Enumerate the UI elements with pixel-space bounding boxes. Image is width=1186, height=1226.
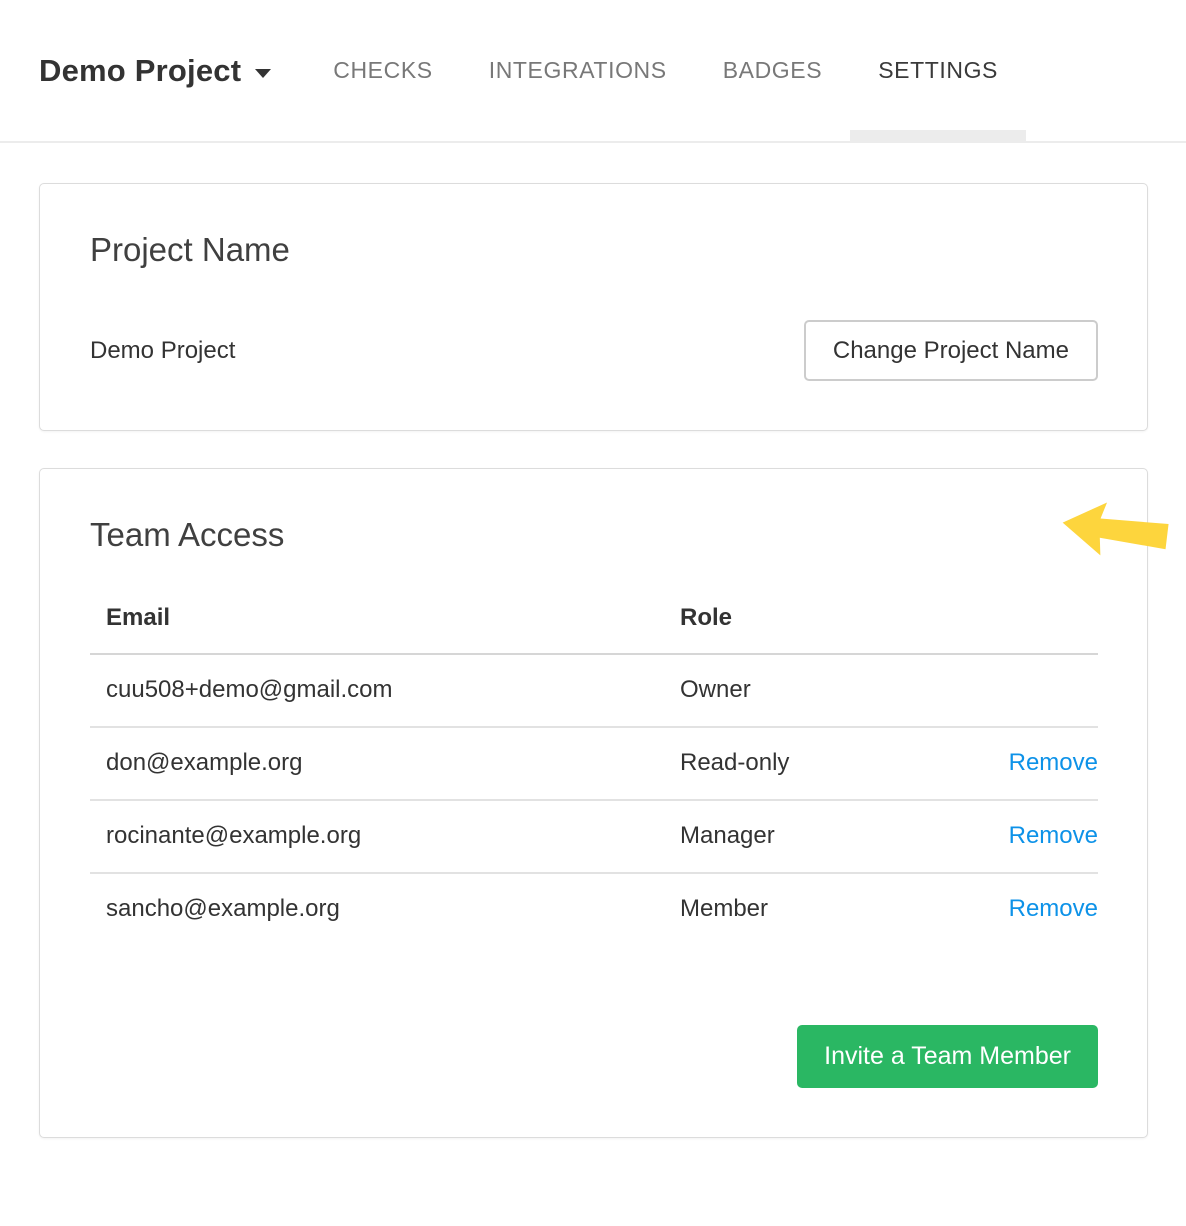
project-switcher[interactable]: Demo Project <box>39 53 271 89</box>
member-email: rocinante@example.org <box>90 800 664 873</box>
top-navigation: Demo Project CHECKS INTEGRATIONS BADGES … <box>0 0 1186 143</box>
remove-member-link[interactable]: Remove <box>1009 749 1098 776</box>
current-project-name: Demo Project <box>90 337 235 365</box>
tab-settings[interactable]: SETTINGS <box>850 0 1026 141</box>
column-header-email: Email <box>90 604 664 654</box>
member-action-cell: Remove <box>978 873 1098 945</box>
project-switcher-label: Demo Project <box>39 53 241 89</box>
tab-integrations[interactable]: INTEGRATIONS <box>461 0 695 141</box>
nav-tabs: CHECKS INTEGRATIONS BADGES SETTINGS <box>305 0 1026 141</box>
table-row: rocinante@example.org Manager Remove <box>90 800 1098 873</box>
project-name-card-title: Project Name <box>90 231 1098 270</box>
invite-team-member-button[interactable]: Invite a Team Member <box>797 1025 1098 1088</box>
table-header-row: Email Role <box>90 604 1098 654</box>
member-email: cuu508+demo@gmail.com <box>90 654 664 727</box>
tab-badges[interactable]: BADGES <box>695 0 850 141</box>
member-action-cell: Remove <box>978 727 1098 800</box>
member-role: Owner <box>664 654 978 727</box>
table-row: cuu508+demo@gmail.com Owner <box>90 654 1098 727</box>
member-email: don@example.org <box>90 727 664 800</box>
column-header-action <box>978 604 1098 654</box>
member-role: Member <box>664 873 978 945</box>
member-action-cell: Remove <box>978 800 1098 873</box>
team-members-table: Email Role cuu508+demo@gmail.com Owner d… <box>90 604 1098 945</box>
column-header-role: Role <box>664 604 978 654</box>
table-row: sancho@example.org Member Remove <box>90 873 1098 945</box>
project-name-card: Project Name Demo Project Change Project… <box>39 183 1148 431</box>
invite-row: Invite a Team Member <box>90 1025 1098 1088</box>
team-access-card-title: Team Access <box>90 516 1098 555</box>
settings-page-content: Project Name Demo Project Change Project… <box>0 143 1186 1138</box>
tab-checks[interactable]: CHECKS <box>305 0 460 141</box>
member-email: sancho@example.org <box>90 873 664 945</box>
table-row: don@example.org Read-only Remove <box>90 727 1098 800</box>
member-action-cell <box>978 654 1098 727</box>
project-name-row: Demo Project Change Project Name <box>90 320 1098 381</box>
member-role: Read-only <box>664 727 978 800</box>
remove-member-link[interactable]: Remove <box>1009 895 1098 922</box>
member-role: Manager <box>664 800 978 873</box>
remove-member-link[interactable]: Remove <box>1009 822 1098 849</box>
team-access-card: Team Access Email Role cuu508+demo@gmail… <box>39 468 1148 1137</box>
change-project-name-button[interactable]: Change Project Name <box>804 320 1098 381</box>
caret-down-icon <box>255 69 271 78</box>
